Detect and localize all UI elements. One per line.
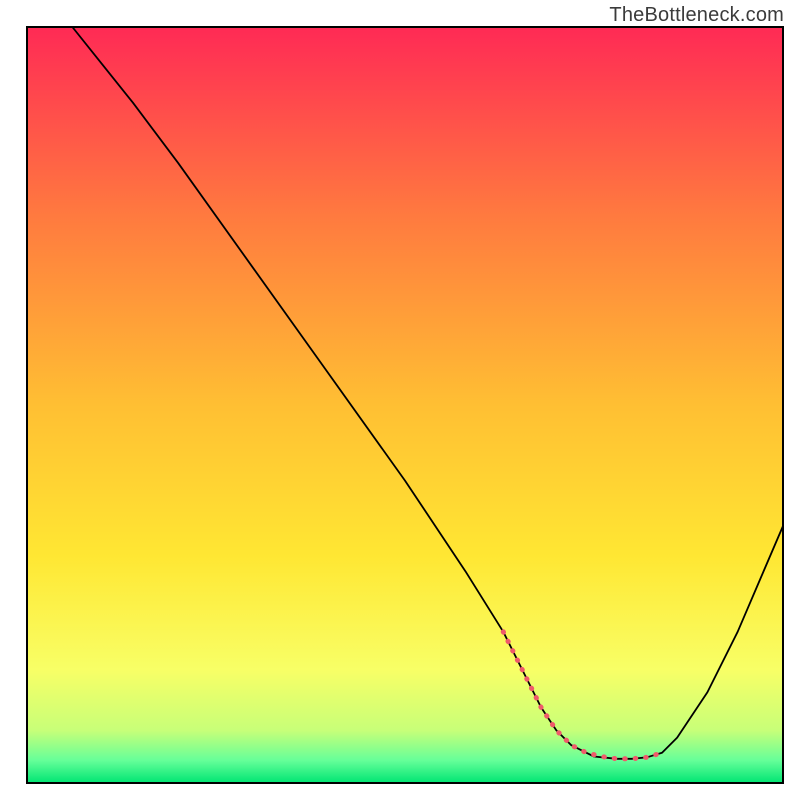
chart-container: TheBottleneck.com [0,0,800,800]
attribution-label: TheBottleneck.com [609,4,784,27]
chart-svg [0,0,800,800]
gradient-background [27,27,783,783]
